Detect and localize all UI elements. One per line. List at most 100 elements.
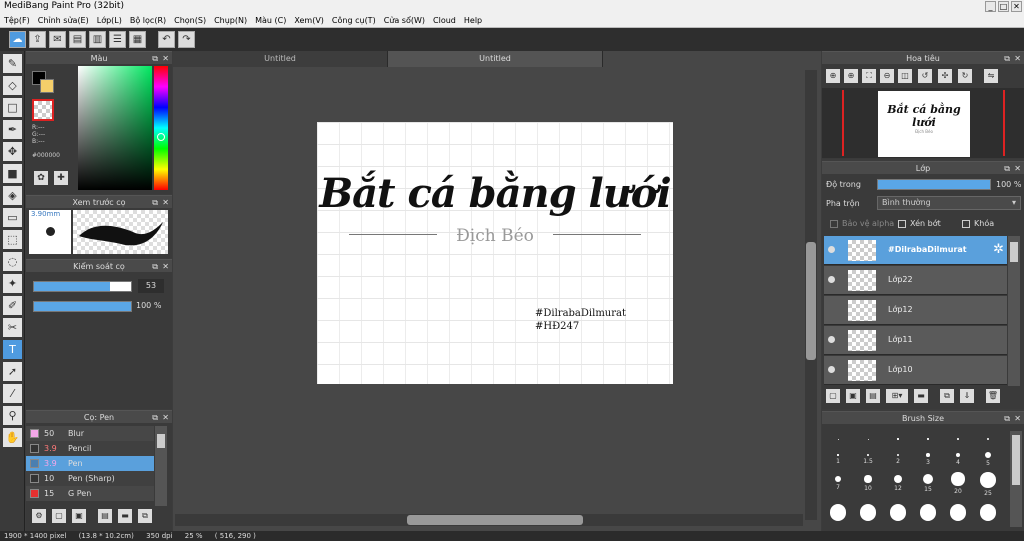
list-icon[interactable]: ☰ <box>109 31 126 48</box>
navigator-preview[interactable]: Bắt cá bằng lưới Địch Béo <box>822 88 1024 158</box>
layer-item[interactable]: Lớp11 <box>824 326 1007 355</box>
eye-icon[interactable] <box>828 366 835 373</box>
brush-size-cell[interactable] <box>943 504 973 530</box>
layers-scroll-thumb[interactable] <box>1010 242 1018 262</box>
layer-opacity-slider[interactable] <box>877 179 991 190</box>
menu-cloud[interactable]: Cloud <box>433 16 456 25</box>
move-tool-icon[interactable]: ✥ <box>3 142 22 161</box>
brush-list-item[interactable]: 3.9 Pencil <box>26 441 154 456</box>
eye-icon[interactable] <box>828 336 835 343</box>
menu-filter[interactable]: Bộ lọc(R) <box>130 16 166 25</box>
brush-size-scroll-thumb[interactable] <box>1012 435 1020 485</box>
menu-help[interactable]: Help <box>464 16 482 25</box>
undock-icon[interactable]: ⧉ <box>152 260 158 273</box>
brush-folder-icon[interactable]: ▬ <box>118 509 132 523</box>
brush-size-cell[interactable] <box>883 504 913 530</box>
tab-untitled-1[interactable]: Untitled <box>173 51 388 67</box>
close-icon[interactable]: ✕ <box>1014 412 1021 425</box>
hue-slider[interactable] <box>154 66 168 190</box>
close-icon[interactable]: ✕ <box>1014 52 1021 65</box>
actual-size-icon[interactable]: ◫ <box>898 69 912 83</box>
select-rect-tool-icon[interactable]: ⬚ <box>3 230 22 249</box>
text-tool-icon[interactable]: T <box>3 340 22 359</box>
layer-item[interactable]: Lớp10 <box>824 356 1007 385</box>
hue-slider-handle[interactable] <box>157 133 165 141</box>
magic-wand-tool-icon[interactable]: ✦ <box>3 274 22 293</box>
brush-size-cell[interactable] <box>913 504 943 530</box>
brush-size-slider[interactable] <box>33 281 132 292</box>
brush-list-item[interactable]: 3.9Pen✲ <box>26 456 154 471</box>
select-eraser-tool-icon[interactable]: ✂ <box>3 318 22 337</box>
rotate-left-icon[interactable]: ↺ <box>918 69 932 83</box>
lasso-tool-icon[interactable]: ◌ <box>3 252 22 271</box>
menu-layer[interactable]: Lớp(L) <box>97 16 122 25</box>
rectangle-tool-icon[interactable]: □ <box>3 98 22 117</box>
layer-merge-icon[interactable]: ⇓ <box>960 389 974 403</box>
reset-rotation-icon[interactable]: ✣ <box>938 69 952 83</box>
brush-size-value[interactable]: 53 <box>138 279 164 293</box>
transparent-color-swatch[interactable] <box>32 99 54 121</box>
close-icon[interactable]: ✕ <box>162 411 169 424</box>
undock-icon[interactable]: ⧉ <box>1004 162 1010 175</box>
brush-list-item[interactable]: 15 G Pen <box>26 486 154 501</box>
brush-new-icon[interactable]: ▢ <box>52 509 66 523</box>
close-icon[interactable]: ✕ <box>162 52 169 65</box>
brush-list-item[interactable]: 10 Pen (Sharp) <box>26 471 154 486</box>
document-canvas[interactable]: Bắt cá bằng lưới Địch Béo #DilrabaDilmur… <box>317 122 673 384</box>
brush-list-scrollbar[interactable] <box>155 426 167 506</box>
redo-icon[interactable]: ↷ <box>178 31 195 48</box>
layer-item[interactable]: Lớp22 <box>824 266 1007 295</box>
export-icon[interactable]: ⇪ <box>29 31 46 48</box>
brush-settings-icon[interactable]: ⚙ <box>32 509 46 523</box>
undock-icon[interactable]: ⧉ <box>1004 412 1010 425</box>
menu-view[interactable]: Xem(V) <box>294 16 324 25</box>
canvas-vertical-scrollbar[interactable] <box>805 70 817 520</box>
brush-add-icon[interactable]: ▣ <box>72 509 86 523</box>
brush-size-cell[interactable]: 7 <box>823 472 853 498</box>
brush-size-cell[interactable] <box>823 504 853 530</box>
canvas-hscroll-thumb[interactable] <box>407 515 583 525</box>
brush-size-cell[interactable]: 10 <box>853 472 883 498</box>
brush-copy-icon[interactable]: ▤ <box>98 509 112 523</box>
close-icon[interactable]: ✕ <box>162 260 169 273</box>
brush-list-scroll-thumb[interactable] <box>157 434 165 448</box>
brush-opacity-slider[interactable] <box>33 301 132 312</box>
clipping-checkbox[interactable] <box>898 220 906 228</box>
menu-window[interactable]: Cửa sổ(W) <box>384 16 425 25</box>
layer-item[interactable]: Lớp12 <box>824 296 1007 325</box>
select-pen-tool-icon[interactable]: ✐ <box>3 296 22 315</box>
hand-tool-icon[interactable]: ✋ <box>3 428 22 447</box>
brush-tool-icon[interactable]: ✎ <box>3 54 22 73</box>
brush-size-cell[interactable]: 12 <box>883 472 913 498</box>
divide-tool-icon[interactable]: ⁄ <box>3 384 22 403</box>
blend-mode-select[interactable]: Bình thường ▾ <box>877 196 1021 210</box>
brush-list-item[interactable]: 50 Blur <box>26 426 154 441</box>
layer-duplicate-icon[interactable]: ⧉ <box>940 389 954 403</box>
close-icon[interactable]: ✕ <box>162 196 169 209</box>
new-layer-alt-icon[interactable]: ▣ <box>846 389 860 403</box>
brush-duplicate-icon[interactable]: ⧉ <box>138 509 152 523</box>
brush-size-scrollbar[interactable] <box>1010 431 1022 527</box>
menu-edit[interactable]: Chỉnh sửa(E) <box>38 16 89 25</box>
layer-item[interactable]: #DilrabaDilmurat ✲ <box>824 236 1007 265</box>
new-layer-icon[interactable]: ▢ <box>826 389 840 403</box>
rotate-right-icon[interactable]: ↻ <box>958 69 972 83</box>
gradient-tool-icon[interactable]: ▭ <box>3 208 22 227</box>
brush-size-cell[interactable]: 3 <box>913 448 943 474</box>
eyedropper-tool-icon[interactable]: ⚲ <box>3 406 22 425</box>
fit-icon[interactable]: ⛶ <box>862 69 876 83</box>
maximize-button[interactable]: □ <box>998 1 1009 12</box>
brush-size-cell[interactable]: 15 <box>913 472 943 498</box>
undock-icon[interactable]: ⧉ <box>1004 52 1010 65</box>
eraser-tool-icon[interactable]: ◇ <box>3 76 22 95</box>
chat-icon[interactable]: ✉ <box>49 31 66 48</box>
secondary-color-swatch[interactable] <box>40 79 54 93</box>
grid-icon[interactable]: ▦ <box>129 31 146 48</box>
layers-scrollbar[interactable] <box>1008 236 1020 386</box>
flip-icon[interactable]: ⇋ <box>984 69 998 83</box>
delete-layer-icon[interactable]: 🗑 <box>986 389 1000 403</box>
zoom-in-icon[interactable]: ⊕ <box>826 69 840 83</box>
undo-icon[interactable]: ↶ <box>158 31 175 48</box>
cloud-icon[interactable]: ☁ <box>9 31 26 48</box>
brush-size-cell[interactable]: 20 <box>943 472 973 498</box>
